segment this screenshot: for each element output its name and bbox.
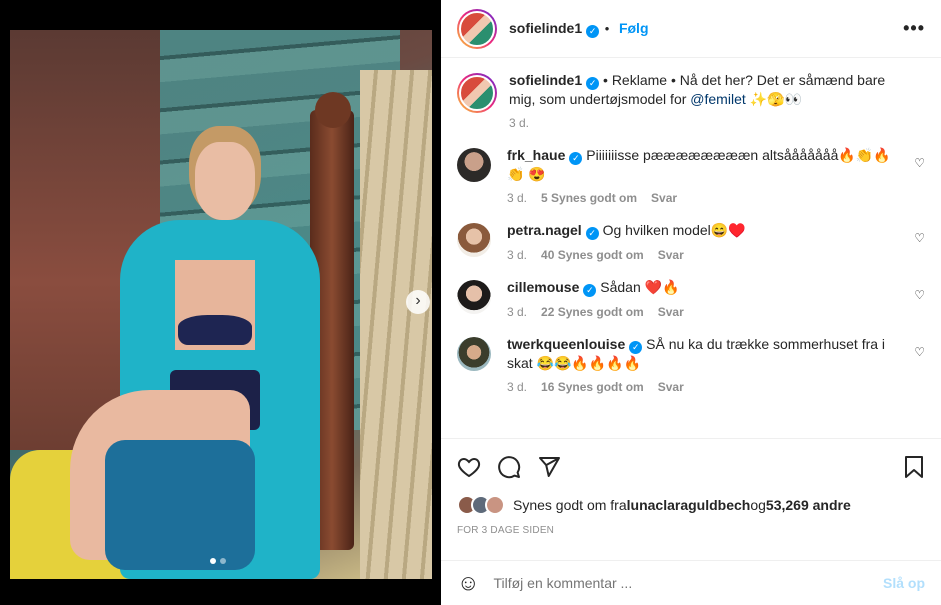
- comment-item: frk_haue ✓ Piiiiiiisse pææææææææn altsååå…: [457, 146, 925, 207]
- comment-body: twerkqueenlouise ✓ SÅ nu ka du trække som…: [507, 335, 925, 396]
- verified-icon: ✓: [585, 227, 599, 240]
- author-block: sofielinde1 ✓ • Følg: [509, 20, 649, 38]
- verified-icon: ✓: [569, 152, 583, 165]
- slide-indicator: [210, 558, 226, 564]
- like-heart-icon[interactable]: [457, 455, 481, 479]
- caption-emoji: ✨🫣👀: [745, 91, 802, 107]
- comment-username[interactable]: cillemouse: [507, 279, 579, 295]
- liker-avatars[interactable]: [457, 495, 505, 515]
- comment-input[interactable]: [493, 575, 883, 591]
- first-liker-link[interactable]: lunaclaraguldbech: [627, 497, 751, 513]
- comment-body: cillemouse ✓ Sådan ❤️🔥 3 d. 22 Synes godt…: [507, 278, 925, 321]
- reply-button[interactable]: Svar: [658, 303, 684, 321]
- caption-avatar[interactable]: [457, 73, 497, 113]
- follow-button[interactable]: Følg: [619, 20, 649, 36]
- share-icon[interactable]: [537, 455, 561, 479]
- comment-text: Og hvilken model😄♥️: [602, 222, 746, 238]
- post-comment-button[interactable]: Slå op: [883, 575, 925, 591]
- comment-meta: 3 d. 16 Synes godt om Svar: [507, 378, 895, 396]
- caption-username[interactable]: sofielinde1: [509, 72, 582, 88]
- commenter-avatar[interactable]: [457, 280, 491, 314]
- reply-button[interactable]: Svar: [658, 378, 684, 396]
- comment-likes[interactable]: 5 Synes godt om: [541, 189, 637, 207]
- comment-icon[interactable]: [497, 455, 521, 479]
- caption-meta: 3 d.: [509, 114, 895, 132]
- likes-middle: og: [750, 497, 766, 513]
- caption-time: 3 d.: [509, 116, 530, 130]
- author-username[interactable]: sofielinde1: [509, 20, 582, 36]
- post-actions: Synes godt om fra lunaclaraguldbech og 5…: [441, 438, 941, 536]
- separator-dot: •: [604, 20, 610, 36]
- reply-button[interactable]: Svar: [658, 246, 684, 264]
- bookmark-icon[interactable]: [903, 455, 925, 479]
- comment-meta: 3 d. 5 Synes godt om Svar: [507, 189, 895, 207]
- comment-item: petra.nagel ✓ Og hvilken model😄♥️ 3 d. 40…: [457, 221, 925, 264]
- commenter-avatar[interactable]: [457, 148, 491, 182]
- comment-item: cillemouse ✓ Sådan ❤️🔥 3 d. 22 Synes godt…: [457, 278, 925, 321]
- comment-body: petra.nagel ✓ Og hvilken model😄♥️ 3 d. 40…: [507, 221, 925, 264]
- comment-meta: 3 d. 22 Synes godt om Svar: [507, 303, 895, 321]
- slide-dot-active: [210, 558, 216, 564]
- comment-username[interactable]: twerkqueenlouise: [507, 336, 625, 352]
- comment-username[interactable]: frk_haue: [507, 147, 565, 163]
- comment-meta: 3 d. 40 Synes godt om Svar: [507, 246, 895, 264]
- comment-time: 3 d.: [507, 248, 528, 262]
- comment-likes[interactable]: 40 Synes godt om: [541, 246, 644, 264]
- photo-head: [195, 142, 255, 220]
- post-header: sofielinde1 ✓ • Følg •••: [441, 0, 941, 58]
- comment-likes[interactable]: 22 Synes godt om: [541, 303, 644, 321]
- commenter-avatar[interactable]: [457, 337, 491, 371]
- commenter-avatar[interactable]: [457, 223, 491, 257]
- verified-icon: ✓: [583, 284, 597, 297]
- add-comment-bar: ☺ Slå op: [441, 560, 941, 605]
- likes-summary: Synes godt om fra lunaclaraguldbech og 5…: [457, 495, 925, 515]
- verified-icon: ✓: [586, 77, 600, 90]
- comment-time: 3 d.: [507, 305, 528, 319]
- post-panel: sofielinde1 ✓ • Følg ••• sofielinde1 ✓ • R…: [441, 0, 941, 605]
- like-comment-heart-icon[interactable]: ♡: [914, 156, 925, 170]
- comment-text: Sådan ❤️🔥: [600, 279, 680, 295]
- post-photo[interactable]: [10, 30, 432, 579]
- verified-icon: ✓: [586, 24, 600, 38]
- next-slide-button[interactable]: ›: [406, 290, 430, 314]
- others-likes-link[interactable]: 53,269 andre: [766, 497, 851, 513]
- reply-button[interactable]: Svar: [651, 189, 677, 207]
- author-avatar[interactable]: [457, 8, 497, 49]
- comments-list[interactable]: sofielinde1 ✓ • Reklame • Nå det her? Det…: [441, 59, 941, 437]
- action-icons: [457, 453, 925, 481]
- photo-skirt: [105, 440, 255, 570]
- like-comment-heart-icon[interactable]: ♡: [914, 231, 925, 245]
- like-comment-heart-icon[interactable]: ♡: [914, 288, 925, 302]
- comment-username[interactable]: petra.nagel: [507, 222, 582, 238]
- caption: sofielinde1 ✓ • Reklame • Nå det her? Det…: [457, 71, 925, 132]
- comment-time: 3 d.: [507, 191, 528, 205]
- photo-bra: [178, 315, 252, 345]
- post-time-ago[interactable]: FOR 3 DAGE SIDEN: [457, 525, 925, 536]
- more-options-icon[interactable]: •••: [903, 18, 925, 39]
- comment-item: twerkqueenlouise ✓ SÅ nu ka du trække som…: [457, 335, 925, 396]
- comment-likes[interactable]: 16 Synes godt om: [541, 378, 644, 396]
- caption-mention-link[interactable]: @femilet: [690, 91, 745, 107]
- slide-dot: [220, 558, 226, 564]
- verified-icon: ✓: [629, 341, 643, 354]
- caption-body: sofielinde1 ✓ • Reklame • Nå det her? Det…: [509, 71, 925, 132]
- like-comment-heart-icon[interactable]: ♡: [914, 345, 925, 359]
- post-media: ›: [0, 0, 441, 605]
- comment-time: 3 d.: [507, 380, 528, 394]
- likes-prefix: Synes godt om fra: [513, 497, 627, 513]
- comment-body: frk_haue ✓ Piiiiiiisse pææææææææn altsååå…: [507, 146, 925, 207]
- photo-planks: [360, 70, 432, 579]
- photo-banister-knob: [315, 92, 351, 128]
- emoji-picker-icon[interactable]: ☺: [457, 570, 479, 596]
